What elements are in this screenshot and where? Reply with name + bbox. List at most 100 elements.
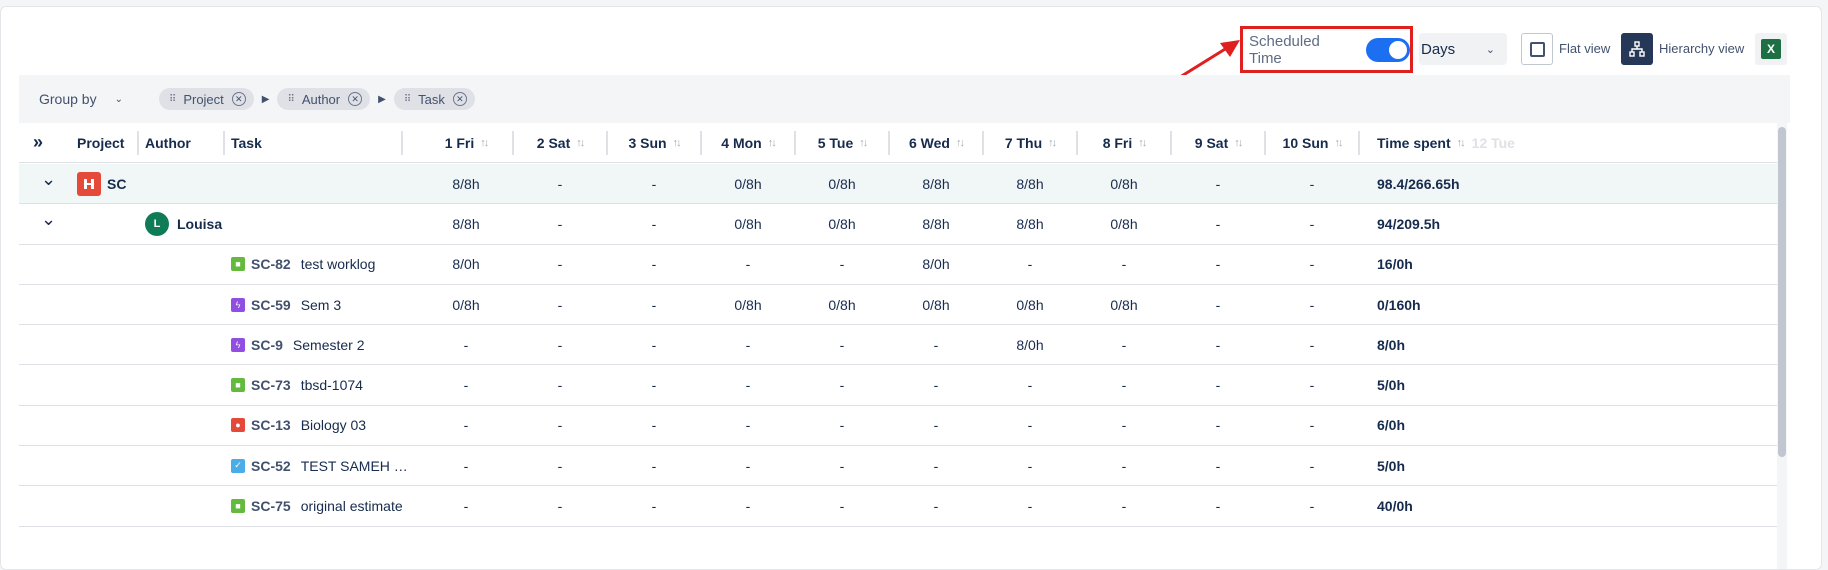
day-value-cell[interactable]: - — [419, 446, 513, 485]
column-divider[interactable] — [137, 131, 139, 155]
issue-key-link[interactable]: SC-52 — [251, 458, 291, 474]
column-header-day[interactable]: 2 Sat ↑↓ — [513, 123, 607, 162]
column-header-day[interactable]: 5 Tue ↑↓ — [795, 123, 889, 162]
day-value-cell[interactable]: - — [513, 406, 607, 445]
day-value-cell[interactable]: 0/8h — [1077, 164, 1171, 203]
day-value-cell[interactable]: - — [607, 366, 701, 405]
table-row[interactable]: ⌄ L Louisa 8/8h - -0/8h 0/8h 8/8h 8/8h 0/8h - -94/2… — [19, 204, 1777, 245]
day-value-cell[interactable]: - — [513, 486, 607, 525]
task-cell[interactable]: ϟ SC-9 Semester 2 — [231, 325, 365, 364]
day-value-cell[interactable]: - — [513, 325, 607, 364]
task-cell[interactable]: ϟ SC-59 Sem 3 — [231, 285, 341, 324]
day-value-cell[interactable]: - — [795, 366, 889, 405]
day-value-cell[interactable]: - — [1171, 406, 1265, 445]
day-value-cell[interactable]: - — [513, 204, 607, 243]
day-value-cell[interactable]: 8/0h — [419, 245, 513, 284]
column-header-time-spent[interactable]: Time spent ↑↓ 12 Tue — [1377, 123, 1515, 162]
day-value-cell[interactable]: 0/8h — [983, 285, 1077, 324]
sort-icon[interactable]: ↑↓ — [859, 137, 868, 149]
day-value-cell[interactable]: - — [419, 406, 513, 445]
column-header-day[interactable]: 7 Thu ↑↓ — [983, 123, 1077, 162]
table-row[interactable]: ● SC-13 Biology 03- - - - - - - - - -6/0h — [19, 405, 1777, 447]
column-header-task[interactable]: Task — [231, 123, 262, 162]
hierarchy-view-button[interactable] — [1621, 33, 1653, 65]
day-value-cell[interactable]: 0/8h — [701, 204, 795, 243]
table-row[interactable]: ϟ SC-59 Sem 3 0/8h - -0/8h 0/8h 0/8h 0/8h 0/8h - -0… — [19, 284, 1777, 326]
day-value-cell[interactable]: - — [607, 446, 701, 485]
day-value-cell[interactable]: 0/8h — [795, 204, 889, 243]
day-value-cell[interactable]: - — [889, 406, 983, 445]
day-value-cell[interactable]: - — [607, 285, 701, 324]
sort-icon[interactable]: ↑↓ — [576, 137, 585, 149]
sort-icon[interactable]: ↑↓ — [1234, 137, 1243, 149]
drag-handle-icon[interactable]: ⠿ — [287, 94, 294, 105]
day-value-cell[interactable]: - — [795, 446, 889, 485]
day-value-cell[interactable]: - — [1171, 204, 1265, 243]
day-value-cell[interactable]: 0/8h — [889, 285, 983, 324]
day-value-cell[interactable]: - — [1077, 446, 1171, 485]
day-value-cell[interactable]: - — [983, 486, 1077, 525]
day-value-cell[interactable]: 8/8h — [889, 164, 983, 203]
day-value-cell[interactable]: - — [1171, 366, 1265, 405]
day-value-cell[interactable]: 8/8h — [889, 204, 983, 243]
column-header-day[interactable]: 1 Fri ↑↓ — [419, 123, 513, 162]
day-value-cell[interactable]: - — [983, 446, 1077, 485]
task-cell[interactable]: ■ SC-73 tbsd-1074 — [231, 366, 363, 405]
day-value-cell[interactable]: - — [701, 366, 795, 405]
day-value-cell[interactable]: - — [419, 366, 513, 405]
sort-icon[interactable]: ↑↓ — [1457, 137, 1466, 149]
table-row[interactable]: ■ SC-75 original estimate - - - - - - - - - -40/0h — [19, 486, 1777, 527]
day-value-cell[interactable]: - — [607, 245, 701, 284]
remove-chip-icon[interactable]: ✕ — [452, 92, 467, 106]
flat-view-button[interactable] — [1521, 33, 1553, 65]
table-row[interactable]: ϟ SC-9 Semester 2- - - - - -8/0h - - -8/0h — [19, 325, 1777, 366]
remove-chip-icon[interactable]: ✕ — [348, 92, 363, 106]
day-value-cell[interactable]: - — [1265, 366, 1359, 405]
issue-key-link[interactable]: SC-75 — [251, 498, 291, 514]
expand-row-chevron-icon[interactable]: ⌄ — [41, 204, 56, 243]
day-value-cell[interactable]: 0/8h — [419, 285, 513, 324]
sort-icon[interactable]: ↑↓ — [1138, 137, 1147, 149]
column-header-author[interactable]: Author — [145, 123, 191, 162]
day-value-cell[interactable]: - — [607, 325, 701, 364]
drag-handle-icon[interactable]: ⠿ — [404, 94, 411, 105]
day-value-cell[interactable]: 0/8h — [701, 285, 795, 324]
issue-key-link[interactable]: SC-59 — [251, 297, 291, 313]
issue-key-link[interactable]: SC-82 — [251, 256, 291, 272]
day-value-cell[interactable]: 0/8h — [795, 164, 889, 203]
day-value-cell[interactable]: - — [1265, 325, 1359, 364]
day-value-cell[interactable]: 8/8h — [419, 164, 513, 203]
day-value-cell[interactable]: 8/8h — [983, 204, 1077, 243]
group-chip-author[interactable]: ⠿ Author ✕ — [277, 88, 371, 110]
sort-icon[interactable]: ↑↓ — [1048, 137, 1057, 149]
task-cell[interactable]: ✓ SC-52 TEST SAMEH … — [231, 446, 408, 485]
group-chip-task[interactable]: ⠿ Task ✕ — [393, 88, 475, 110]
day-value-cell[interactable]: - — [607, 204, 701, 243]
table-row[interactable]: ✓ SC-52 TEST SAMEH … - - - - - - - - - -5/0h — [19, 446, 1777, 487]
day-value-cell[interactable]: - — [1077, 406, 1171, 445]
day-value-cell[interactable]: - — [1265, 446, 1359, 485]
day-value-cell[interactable]: - — [701, 245, 795, 284]
day-value-cell[interactable]: - — [889, 446, 983, 485]
day-value-cell[interactable]: - — [513, 245, 607, 284]
column-header-day[interactable]: 4 Mon ↑↓ — [701, 123, 795, 162]
day-value-cell[interactable]: - — [1171, 285, 1265, 324]
day-value-cell[interactable]: - — [889, 366, 983, 405]
task-cell[interactable]: ■ SC-75 original estimate — [231, 486, 403, 525]
day-value-cell[interactable]: - — [795, 406, 889, 445]
table-row[interactable]: ⌄ SC 8/8h - -0/8h 0/8h 8/8h 8/8h 0/8h - -98.4/266.… — [19, 164, 1777, 205]
group-chip-project[interactable]: ⠿ Project ✕ — [158, 88, 254, 110]
day-value-cell[interactable]: - — [889, 325, 983, 364]
scheduled-time-toggle[interactable] — [1366, 37, 1410, 62]
column-header-day[interactable]: 10 Sun ↑↓ — [1265, 123, 1359, 162]
issue-key-link[interactable]: SC-9 — [251, 337, 283, 353]
expand-row-chevron-icon[interactable]: ⌄ — [41, 164, 56, 203]
column-header-day[interactable]: 3 Sun ↑↓ — [607, 123, 701, 162]
day-value-cell[interactable]: 0/8h — [1077, 285, 1171, 324]
day-value-cell[interactable]: - — [607, 164, 701, 203]
day-value-cell[interactable]: - — [1265, 204, 1359, 243]
day-value-cell[interactable]: - — [1171, 486, 1265, 525]
expand-all-button[interactable]: » — [33, 123, 53, 162]
column-divider[interactable] — [1358, 131, 1360, 155]
flat-view-label[interactable]: Flat view — [1559, 41, 1610, 56]
